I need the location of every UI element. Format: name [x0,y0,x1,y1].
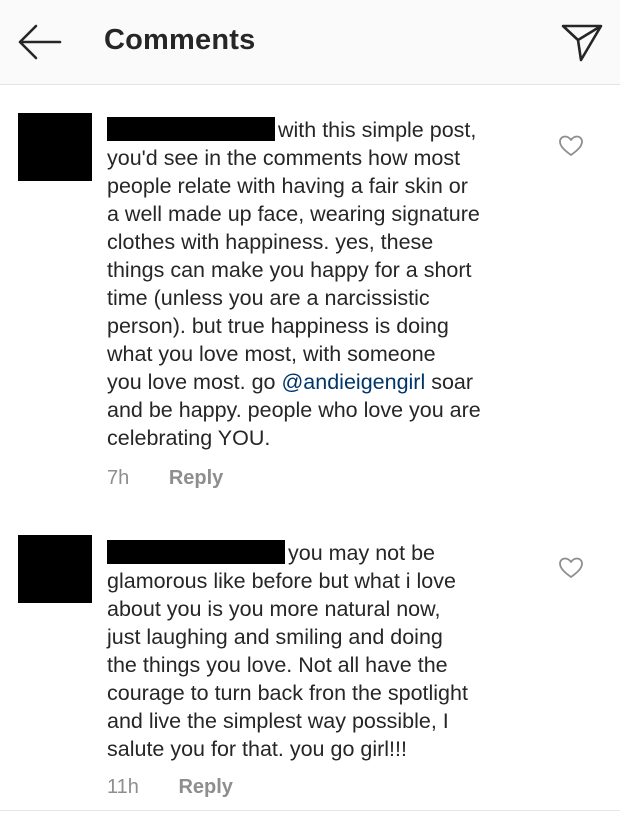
comment-line: things can make you happy for a short [107,258,472,282]
comment-line: salute you for that. you go girl!!! [107,737,407,761]
username-redacted[interactable] [107,540,285,564]
comment-line: people relate with having a fair skin or [107,174,468,198]
arrow-left-icon [18,24,62,60]
comment-line: you love most. go [107,370,282,394]
comment-line: glamorous like before but what i love [107,569,456,593]
comment-line: you'd see in the comments how most [107,146,461,170]
comment-line: person). but true happiness is doing [107,314,449,338]
mention-link[interactable]: @andieigengirl [281,370,425,394]
heart-icon [559,135,583,156]
comment-line: just laughing and smiling and doing [107,625,443,649]
comment-line: soar [425,370,474,394]
comment-line: what you love most, with someone [107,342,436,366]
like-button[interactable] [558,556,584,580]
top-bar: Comments [0,0,620,85]
heart-icon [559,557,583,578]
username-redacted[interactable] [107,117,275,141]
timestamp: 11h [107,776,139,798]
avatar-redacted[interactable] [18,113,92,181]
comment-line: clothes with happiness. yes, these [107,230,434,254]
back-button[interactable] [16,22,64,62]
reply-button[interactable]: Reply [178,776,232,798]
like-button[interactable] [558,134,584,158]
paper-plane-icon [561,24,603,62]
share-button[interactable] [560,20,604,64]
avatar-redacted[interactable] [18,535,92,603]
comment-meta: 7h Reply [107,467,223,490]
timestamp: 7h [107,467,130,489]
comment-line: and live the simplest way possible, I [107,709,449,733]
comment-line: and be happy. people who love you are [107,398,481,422]
comment-line: about you is you more natural now, [107,597,441,621]
comment-meta: 11h Reply [107,776,233,799]
comment-line: with this simple post, [278,118,477,142]
comment-line: celebrating YOU. [107,426,271,450]
comment-text: you may not be glamorous like before but… [107,539,547,763]
page-title: Comments [104,24,256,56]
comment-line: a well made up face, wearing signature [107,202,480,226]
comment-text: with this simple post, you'd see in the … [107,116,547,452]
reply-button[interactable]: Reply [169,467,223,489]
comment-line: the things you love. Not all have the [107,653,448,677]
comment-line: time (unless you are a narcissistic [107,286,430,310]
divider [0,810,620,811]
comment-line: courage to turn back fron the spotlight [107,681,468,705]
comment-line: you may not be [288,541,436,565]
